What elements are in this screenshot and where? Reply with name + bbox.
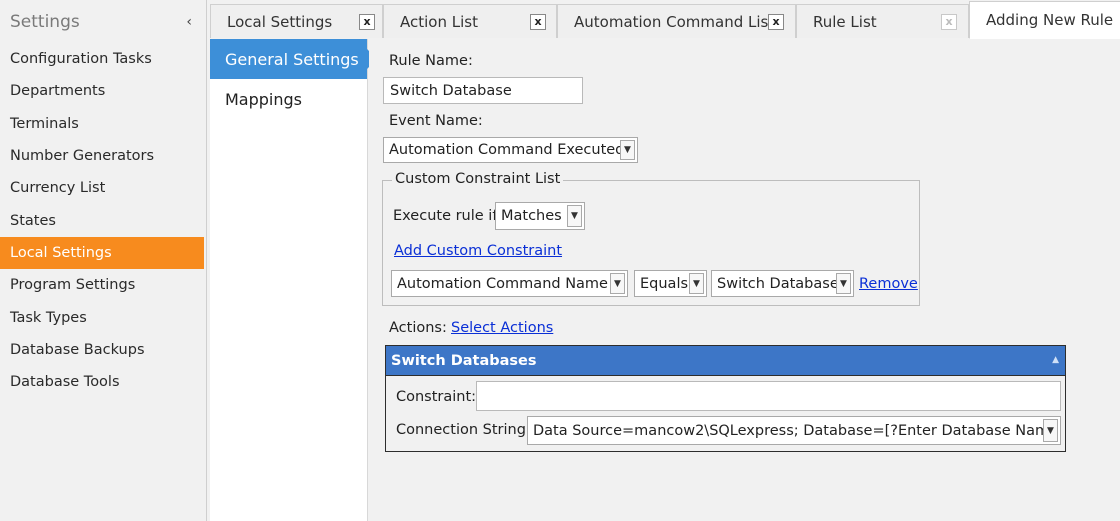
sidebar-title: Settings	[10, 12, 80, 32]
execute-rule-label: Execute rule if	[393, 208, 498, 224]
sidebar-item-label: Configuration Tasks	[10, 51, 152, 68]
sidebar-header: Settings ‹	[0, 0, 206, 44]
sidebar-item-departments[interactable]: Departments	[0, 75, 204, 107]
tab-label: Adding New Rule	[986, 11, 1114, 29]
sidebar-item-label: Number Generators	[10, 148, 155, 165]
action-title: Switch Databases	[391, 352, 537, 369]
event-name-value: Automation Command Executed	[389, 142, 620, 158]
sidebar-item-label: Local Settings	[10, 244, 112, 261]
sidebar-item-database-backups[interactable]: Database Backups	[0, 334, 204, 366]
rule-name-label: Rule Name:	[389, 53, 473, 69]
event-name-label: Event Name:	[389, 113, 483, 129]
tab-label: Local Settings	[227, 12, 333, 31]
sidebar-item-label: Database Tools	[10, 374, 120, 391]
tab-automation-command-list[interactable]: Automation Command List x	[557, 4, 796, 38]
tab-label: Rule List	[813, 12, 877, 31]
select-actions-link[interactable]: Select Actions	[451, 320, 553, 336]
sidebar-item-label: Currency List	[10, 180, 106, 197]
sidebar-item-label: Terminals	[10, 115, 79, 132]
sidebar-item-database-tools[interactable]: Database Tools	[0, 366, 204, 398]
tab-local-settings[interactable]: Local Settings x	[210, 4, 383, 38]
group-title: Custom Constraint List	[392, 171, 564, 187]
sidebar-item-label: Task Types	[10, 309, 87, 326]
constraint-field-select[interactable]: Automation Command Name ▼	[391, 270, 628, 297]
settings-subnav: General Settings Mappings	[210, 39, 377, 521]
sidebar-item-currency-list[interactable]: Currency List	[0, 172, 204, 204]
chevron-left-icon[interactable]: ‹	[186, 14, 192, 30]
subnav-general-settings[interactable]: General Settings	[210, 39, 377, 79]
sidebar-item-configuration-tasks[interactable]: Configuration Tasks	[0, 43, 204, 75]
rule-name-input[interactable]: Switch Database	[383, 77, 583, 104]
subnav-label: Mappings	[225, 89, 302, 109]
sidebar-item-label: Program Settings	[10, 277, 136, 294]
chevron-down-icon[interactable]: ▼	[610, 273, 625, 294]
sidebar-item-label: Database Backups	[10, 341, 145, 358]
close-icon[interactable]: x	[530, 13, 546, 30]
actions-label: Actions:	[389, 320, 447, 336]
tab-bar: Local Settings x Action List x Automatio…	[210, 0, 1120, 39]
chevron-down-icon[interactable]: ▼	[836, 273, 851, 294]
action-header[interactable]: Switch Databases ▲	[386, 346, 1065, 376]
constraint-input[interactable]	[476, 381, 1061, 411]
connection-string-label: Connection String	[396, 422, 526, 438]
tab-action-list[interactable]: Action List x	[383, 4, 557, 38]
sidebar-item-program-settings[interactable]: Program Settings	[0, 269, 204, 301]
custom-constraint-group: Custom Constraint List Execute rule if M…	[382, 171, 920, 306]
constraint-label: Constraint:	[396, 389, 477, 405]
subnav-label: General Settings	[225, 49, 359, 69]
close-icon[interactable]: x	[359, 13, 375, 30]
chevron-down-icon[interactable]: ▼	[620, 140, 635, 160]
remove-constraint-link[interactable]: Remove	[859, 276, 918, 292]
sidebar-item-label: Departments	[10, 83, 106, 100]
execute-rule-select[interactable]: Matches ▼	[495, 202, 585, 230]
tab-label: Action List	[400, 12, 478, 31]
close-icon[interactable]: x	[941, 13, 957, 30]
sidebar-item-states[interactable]: States	[0, 204, 204, 236]
constraint-value-value: Switch Database	[717, 275, 836, 292]
action-panel: Switch Databases ▲ Constraint: Connectio…	[385, 345, 1066, 452]
add-custom-constraint-link[interactable]: Add Custom Constraint	[394, 243, 562, 259]
constraint-value-select[interactable]: Switch Database ▼	[711, 270, 854, 297]
tab-rule-list[interactable]: Rule List x	[796, 4, 969, 38]
constraint-operator-value: Equals	[640, 275, 689, 292]
close-icon[interactable]: x	[768, 13, 784, 30]
collapse-icon[interactable]: ▲	[1052, 355, 1059, 365]
connection-string-select[interactable]: Data Source=mancow2\SQLexpress; Database…	[527, 416, 1061, 445]
sidebar-item-local-settings[interactable]: Local Settings	[0, 236, 204, 270]
chevron-down-icon[interactable]: ▼	[1043, 419, 1058, 442]
settings-sidebar: Settings ‹ Configuration Tasks Departmen…	[0, 0, 207, 521]
sidebar-list: Configuration Tasks Departments Terminal…	[0, 43, 206, 398]
subnav-mappings[interactable]: Mappings	[210, 79, 367, 119]
connection-string-value: Data Source=mancow2\SQLexpress; Database…	[533, 422, 1043, 439]
chevron-down-icon[interactable]: ▼	[689, 273, 704, 294]
sidebar-item-task-types[interactable]: Task Types	[0, 301, 204, 333]
rule-name-value: Switch Database	[390, 82, 512, 99]
sidebar-item-number-generators[interactable]: Number Generators	[0, 140, 204, 172]
tab-adding-new-rule[interactable]: Adding New Rule	[969, 1, 1120, 39]
constraint-operator-select[interactable]: Equals ▼	[634, 270, 707, 297]
constraint-field-value: Automation Command Name	[397, 275, 608, 292]
rule-editor: Rule Name: Switch Database Event Name: A…	[369, 39, 1120, 521]
sidebar-item-terminals[interactable]: Terminals	[0, 108, 204, 140]
tab-label: Automation Command List	[574, 12, 775, 31]
event-name-select[interactable]: Automation Command Executed ▼	[383, 137, 638, 163]
sidebar-item-label: States	[10, 212, 56, 229]
execute-rule-value: Matches	[501, 208, 562, 224]
chevron-down-icon[interactable]: ▼	[567, 205, 582, 227]
